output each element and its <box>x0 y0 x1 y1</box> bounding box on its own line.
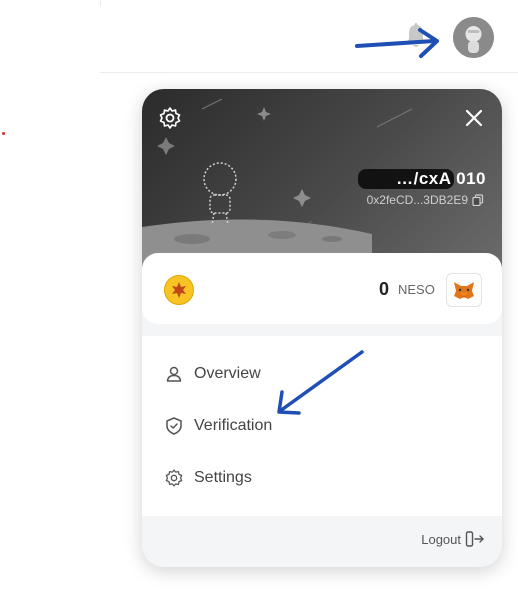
user-icon <box>166 366 182 382</box>
menu-item-settings[interactable]: Settings <box>164 464 252 492</box>
metamask-fox-icon <box>454 282 474 299</box>
menu-item-verification[interactable]: Verification <box>164 412 272 440</box>
wallet-address[interactable]: 0x2feCD...3DB2E9 <box>367 193 484 207</box>
profile-dropdown: …/cxA 010 0x2feCD...3DB2E9 0 NESO Overvi… <box>142 89 502 567</box>
panel-footer: Logout <box>142 516 502 567</box>
bell-icon[interactable] <box>403 22 429 50</box>
balance-card: 0 NESO <box>142 253 502 324</box>
logout-label: Logout <box>421 531 461 547</box>
header-divider <box>100 72 518 73</box>
profile-menu: Overview Verification Settings <box>142 336 502 516</box>
balance-unit: NESO <box>398 282 435 297</box>
profile-banner: …/cxA 010 0x2feCD...3DB2E9 <box>142 89 502 269</box>
menu-item-label: Settings <box>194 469 252 486</box>
menu-item-overview[interactable]: Overview <box>164 360 261 388</box>
page-edge <box>100 0 101 6</box>
menu-item-label: Overview <box>194 365 261 382</box>
logout-icon <box>465 531 484 547</box>
logout-button[interactable]: Logout <box>421 531 485 547</box>
indicator-dot <box>2 132 5 135</box>
gear-icon <box>165 469 183 487</box>
wallet-address-text: 0x2feCD...3DB2E9 <box>366 193 468 207</box>
username: …/cxA 010 <box>396 169 486 188</box>
neso-token-icon <box>164 275 194 305</box>
close-icon[interactable] <box>462 106 486 130</box>
menu-item-label: Verification <box>194 417 273 434</box>
shield-icon <box>166 417 182 435</box>
avatar-icon <box>453 17 494 58</box>
avatar[interactable] <box>453 17 494 58</box>
copy-icon[interactable] <box>472 194 484 206</box>
metamask-button[interactable] <box>446 273 482 307</box>
gear-icon[interactable] <box>158 106 182 130</box>
balance-amount: 0 <box>379 279 390 299</box>
